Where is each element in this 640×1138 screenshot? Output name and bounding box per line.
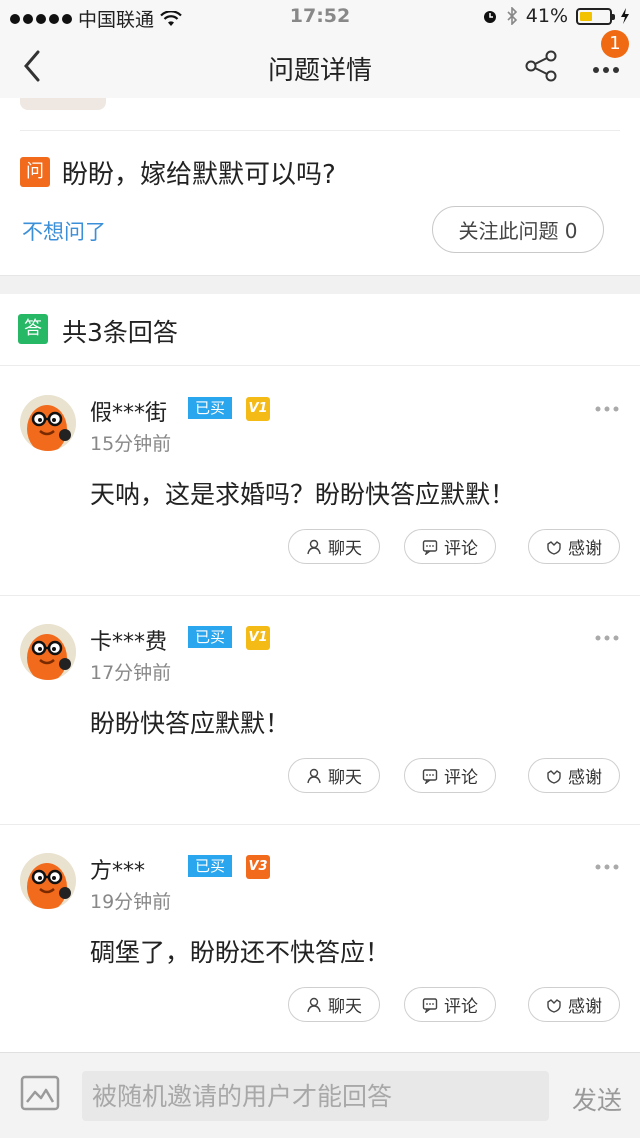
answers-count: 共3条回答 bbox=[62, 318, 178, 347]
divider bbox=[20, 130, 620, 131]
user-name[interactable]: 方*** bbox=[90, 853, 145, 885]
thanks-icon bbox=[547, 540, 561, 555]
answer-item: 方*** 已买 V3 19分钟前 碉堡了，盼盼还不快答应！ 聊天 评论 感谢 bbox=[0, 825, 640, 1054]
answer-more-icon[interactable] bbox=[594, 403, 620, 415]
mascot-avatar-icon bbox=[20, 853, 76, 909]
battery-icon bbox=[576, 7, 615, 25]
battery-percent: 41% bbox=[525, 5, 568, 27]
question-card: 问 盼盼，嫁给默默可以吗? 不想问了 关注此问题 0 bbox=[0, 98, 640, 276]
comment-icon bbox=[422, 768, 438, 784]
bluetooth-icon bbox=[507, 7, 517, 25]
status-right: 41% bbox=[482, 5, 630, 27]
thanks-label: 感谢 bbox=[568, 539, 602, 559]
comment-icon bbox=[422, 539, 438, 555]
chat-icon bbox=[307, 768, 321, 783]
level-badge: V1 bbox=[246, 626, 270, 650]
thanks-icon bbox=[547, 998, 561, 1013]
comment-button[interactable]: 评论 bbox=[404, 758, 496, 793]
question-text: 盼盼，嫁给默默可以吗? bbox=[62, 160, 336, 190]
question-image-thumbnail[interactable] bbox=[20, 98, 106, 110]
answer-item: 假***街 已买 V1 15分钟前 天呐，这是求婚吗？盼盼快答应默默！ 聊天 评… bbox=[0, 367, 640, 596]
chat-label: 聊天 bbox=[328, 539, 362, 559]
answer-input[interactable] bbox=[82, 1071, 549, 1121]
comment-label: 评论 bbox=[444, 539, 478, 559]
thanks-label: 感谢 bbox=[568, 768, 602, 788]
answer-time: 15分钟前 bbox=[90, 433, 172, 455]
mascot-avatar-icon bbox=[20, 624, 76, 680]
follow-question-button[interactable]: 关注此问题 0 bbox=[432, 206, 604, 253]
answer-actions: 聊天 评论 感谢 bbox=[0, 987, 640, 1023]
chat-button[interactable]: 聊天 bbox=[288, 758, 380, 793]
share-icon[interactable] bbox=[522, 48, 560, 84]
user-name[interactable]: 假***街 bbox=[90, 395, 167, 427]
answer-text: 天呐，这是求婚吗？盼盼快答应默默！ bbox=[90, 480, 516, 509]
comment-label: 评论 bbox=[444, 997, 478, 1017]
comment-icon bbox=[422, 997, 438, 1013]
chat-button[interactable]: 聊天 bbox=[288, 529, 380, 564]
level-badge: V1 bbox=[246, 397, 270, 421]
answer-text: 盼盼快答应默默！ bbox=[90, 709, 291, 738]
status-bar: 中国联通 17:52 41% bbox=[0, 0, 640, 34]
thanks-icon bbox=[547, 769, 561, 784]
comment-button[interactable]: 评论 bbox=[404, 987, 496, 1022]
comment-button[interactable]: 评论 bbox=[404, 529, 496, 564]
answer-more-icon[interactable] bbox=[594, 632, 620, 644]
avatar[interactable] bbox=[20, 624, 76, 680]
chat-button[interactable]: 聊天 bbox=[288, 987, 380, 1022]
answer-time: 19分钟前 bbox=[90, 891, 172, 913]
bought-badge: 已买 bbox=[188, 855, 232, 877]
avatar[interactable] bbox=[20, 853, 76, 909]
notification-badge: 1 bbox=[601, 30, 629, 58]
thanks-button[interactable]: 感谢 bbox=[528, 987, 620, 1022]
answer-actions: 聊天 评论 感谢 bbox=[0, 529, 640, 565]
thanks-button[interactable]: 感谢 bbox=[528, 758, 620, 793]
thanks-button[interactable]: 感谢 bbox=[528, 529, 620, 564]
answer-actions: 聊天 评论 感谢 bbox=[0, 758, 640, 794]
bought-badge: 已买 bbox=[188, 397, 232, 419]
chat-icon bbox=[307, 997, 321, 1012]
level-badge: V3 bbox=[246, 855, 270, 879]
answer-text: 碉堡了，盼盼还不快答应！ bbox=[90, 938, 391, 967]
answer-icon: 答 bbox=[18, 314, 48, 344]
answer-time: 17分钟前 bbox=[90, 662, 172, 684]
bought-badge: 已买 bbox=[188, 626, 232, 648]
send-button[interactable]: 发送 bbox=[572, 1081, 622, 1117]
avatar[interactable] bbox=[20, 395, 76, 451]
thanks-label: 感谢 bbox=[568, 997, 602, 1017]
no-ask-link[interactable]: 不想问了 bbox=[22, 216, 106, 246]
chat-label: 聊天 bbox=[328, 997, 362, 1017]
answer-item: 卡***费 已买 V1 17分钟前 盼盼快答应默默！ 聊天 评论 感谢 bbox=[0, 596, 640, 825]
answer-more-icon[interactable] bbox=[594, 861, 620, 873]
question-icon: 问 bbox=[20, 157, 50, 187]
mascot-avatar-icon bbox=[20, 395, 76, 451]
image-upload-icon[interactable] bbox=[20, 1075, 60, 1111]
user-name[interactable]: 卡***费 bbox=[90, 624, 167, 656]
answers-header: 答 共3条回答 bbox=[0, 294, 640, 366]
comment-label: 评论 bbox=[444, 768, 478, 788]
chat-label: 聊天 bbox=[328, 768, 362, 788]
chat-icon bbox=[307, 539, 321, 554]
alarm-icon bbox=[483, 11, 496, 23]
nav-bar: 问题详情 bbox=[0, 34, 640, 98]
charging-icon bbox=[621, 8, 629, 24]
answers-section: 答 共3条回答 假***街 已买 V1 15分钟前 天呐，这是求婚吗？盼盼快答应… bbox=[0, 294, 640, 1052]
bottom-input-bar: 发送 bbox=[0, 1052, 640, 1138]
